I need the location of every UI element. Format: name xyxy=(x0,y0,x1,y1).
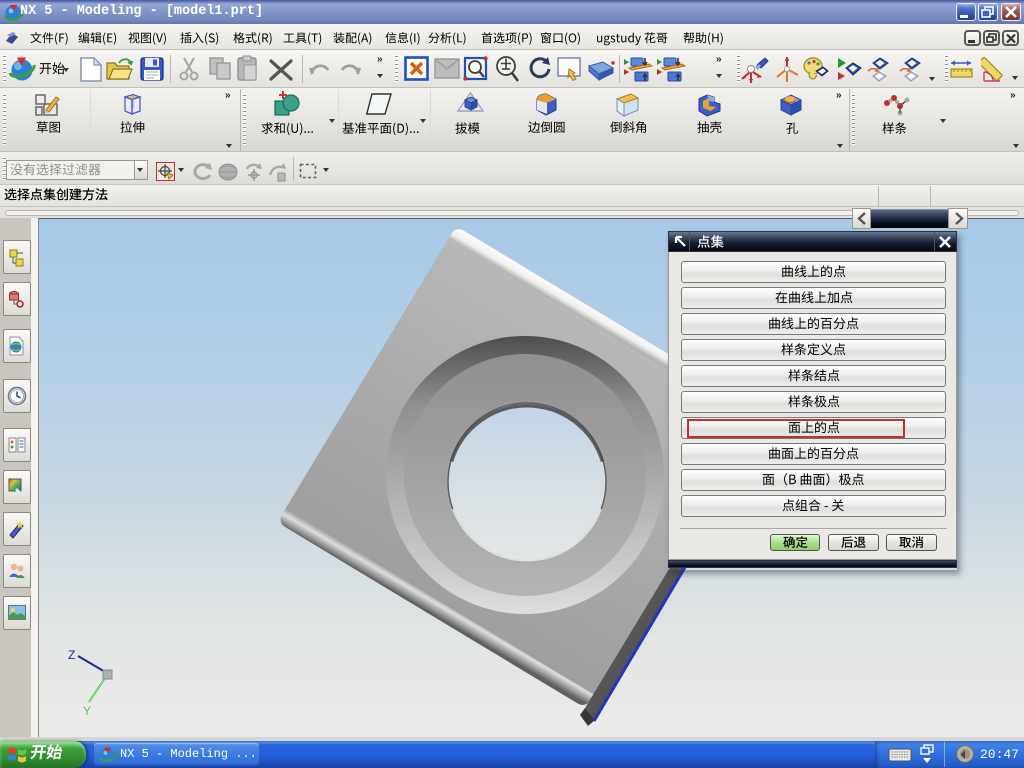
svg-text:Y: Y xyxy=(83,704,91,715)
svg-text:Z: Z xyxy=(68,648,75,662)
